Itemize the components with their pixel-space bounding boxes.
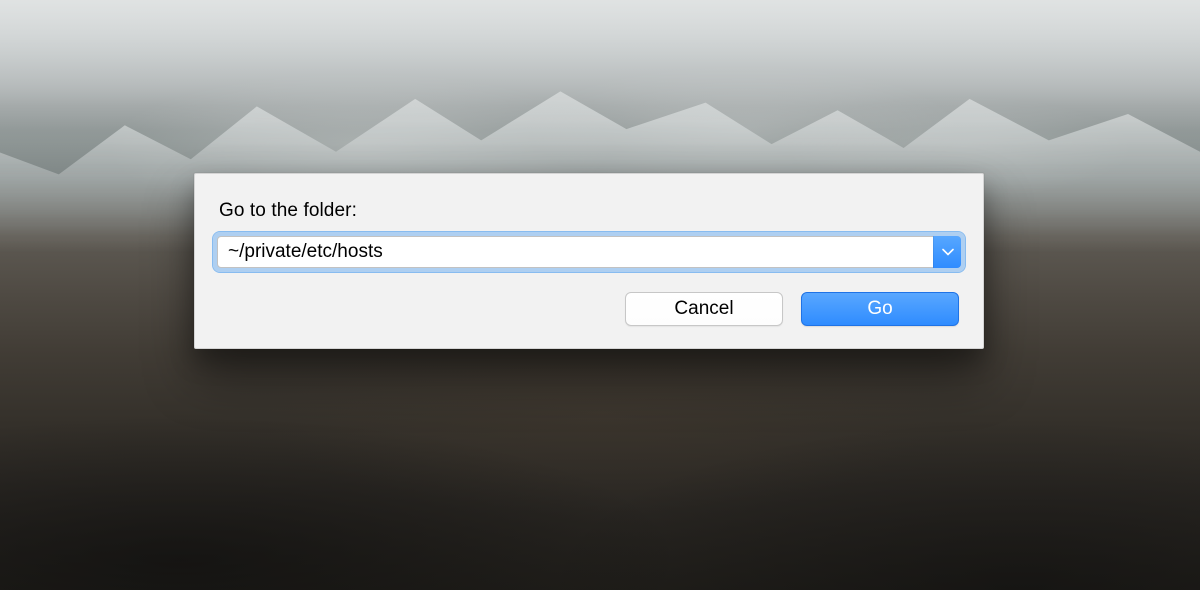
go-button[interactable]: Go <box>801 292 959 326</box>
wallpaper-fog <box>0 0 1200 130</box>
go-to-folder-dialog: Go to the folder: Cancel Go <box>194 173 984 349</box>
dialog-button-row: Cancel Go <box>217 292 961 328</box>
dialog-prompt-label: Go to the folder: <box>219 200 961 222</box>
path-history-dropdown-button[interactable] <box>933 236 961 268</box>
folder-path-combobox <box>217 236 961 268</box>
chevron-down-icon <box>942 248 954 256</box>
folder-path-input[interactable] <box>217 236 961 268</box>
cancel-button[interactable]: Cancel <box>625 292 783 326</box>
